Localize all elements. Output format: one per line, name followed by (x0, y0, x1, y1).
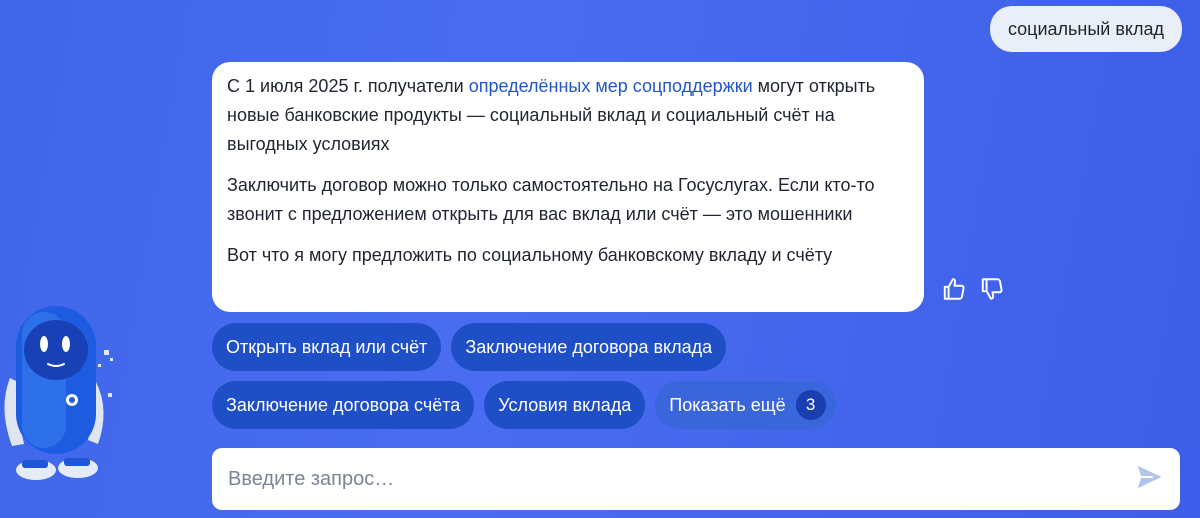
thumbs-up-icon (943, 278, 965, 300)
chip-account-contract[interactable]: Заключение договора счёта (212, 381, 475, 429)
dislike-button[interactable] (979, 276, 1005, 302)
chip-open-deposit-or-account[interactable]: Открыть вклад или счёт (212, 323, 442, 371)
robot-mascot-icon (4, 306, 113, 480)
user-message-bubble: социальный вклад (989, 6, 1182, 52)
query-input-bar (212, 448, 1180, 510)
social-support-link[interactable]: определённых мер соцподдержки (469, 76, 753, 96)
chip-deposit-conditions[interactable]: Условия вклада (484, 381, 646, 429)
feedback-controls (941, 276, 1005, 302)
chip-row-2: Заключение договора счёта Условия вклада… (212, 381, 836, 429)
bot-response-card: С 1 июля 2025 г. получатели определённых… (212, 62, 924, 312)
show-more-chip[interactable]: Показать ещё 3 (655, 381, 836, 429)
query-input[interactable] (228, 467, 1134, 491)
thumbs-down-icon (981, 278, 1003, 300)
bot-paragraph-3: Вот что я могу предложить по социальному… (227, 245, 833, 265)
send-button[interactable] (1134, 462, 1164, 497)
show-more-count-badge: 3 (795, 390, 826, 420)
chip-deposit-contract[interactable]: Заключение договора вклада (451, 323, 727, 371)
send-icon (1137, 465, 1162, 488)
like-button[interactable] (941, 276, 967, 302)
chip-row-1: Открыть вклад или счёт Заключение догово… (212, 323, 836, 371)
bot-paragraph-1-start: С 1 июля 2025 г. получатели (227, 76, 469, 96)
suggestion-chips: Открыть вклад или счёт Заключение догово… (212, 323, 836, 439)
bot-paragraph-1: С 1 июля 2025 г. получатели определённых… (227, 72, 908, 159)
bot-paragraph-2: Заключить договор можно только самостоят… (227, 175, 875, 224)
show-more-label: Показать ещё (669, 395, 786, 415)
